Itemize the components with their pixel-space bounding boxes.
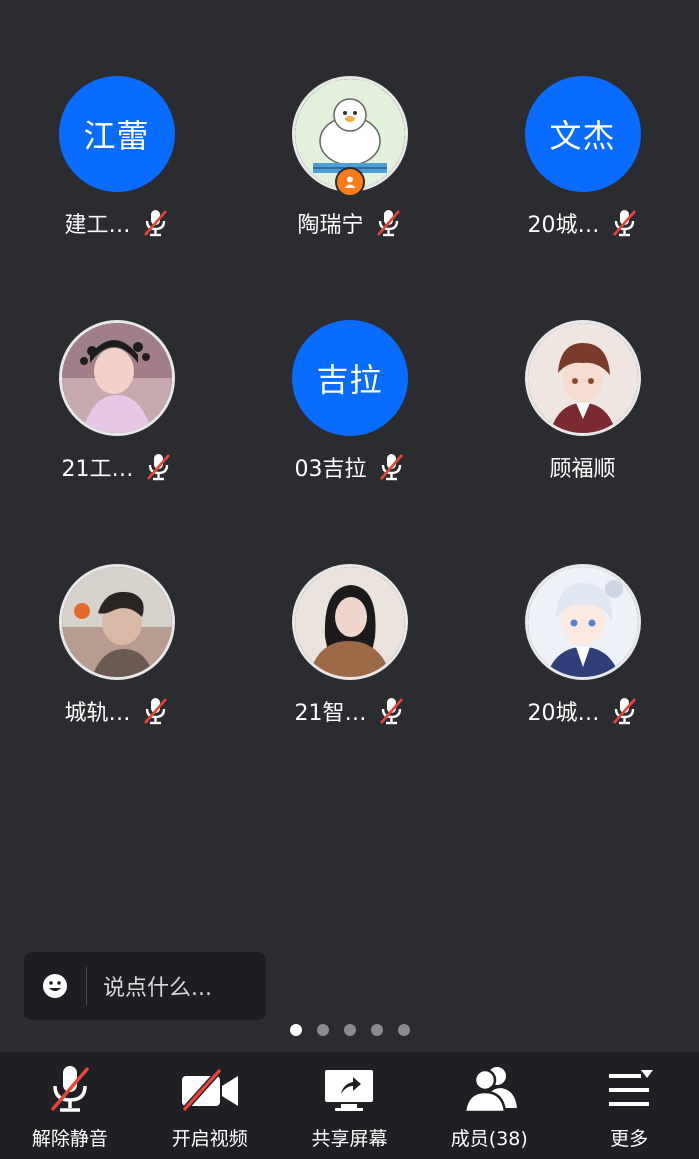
- anime-white-hair-avatar-icon: [527, 567, 638, 677]
- members-label: 成员(38): [450, 1128, 528, 1150]
- more-button[interactable]: 更多: [559, 1052, 699, 1159]
- avatar: 文杰: [524, 76, 641, 192]
- avatar: 江蕾: [58, 76, 175, 192]
- more-menu-icon: [609, 1070, 654, 1106]
- mic-muted-icon: [377, 452, 405, 482]
- mic-muted-icon: [610, 696, 638, 726]
- participant-name-row: 20城…: [528, 694, 638, 728]
- chat-placeholder: 说点什么...: [103, 976, 212, 1001]
- participant-tile[interactable]: 陶瑞宁: [233, 76, 466, 320]
- chat-input[interactable]: 说点什么...: [24, 952, 266, 1020]
- share-screen-button[interactable]: 共享屏幕: [280, 1052, 420, 1159]
- participant-tile[interactable]: 吉拉 03吉拉: [233, 320, 466, 564]
- participant-name: 顾福顺: [549, 457, 616, 482]
- page-dot[interactable]: [397, 1024, 410, 1036]
- unmute-button[interactable]: 解除静音: [0, 1052, 140, 1159]
- participant-name: 建工…: [64, 213, 131, 238]
- participant-tile[interactable]: 江蕾 建工…: [0, 76, 233, 320]
- page-dot[interactable]: [370, 1024, 383, 1036]
- page-dot[interactable]: [316, 1024, 329, 1036]
- participant-name: 20城…: [527, 701, 600, 726]
- participant-tile[interactable]: 顾福顺: [466, 320, 699, 564]
- page-indicator: [0, 1024, 699, 1036]
- avatar-initials: 江蕾: [83, 117, 150, 155]
- participant-tile[interactable]: 21工…: [0, 320, 233, 564]
- participant-name-row: 陶瑞宁: [297, 206, 401, 240]
- avatar: [291, 564, 408, 680]
- meeting-screen: 江蕾 建工… 陶瑞宁 文杰 20城… 21工… 吉拉 03吉拉 顾福顺 城轨… …: [0, 0, 699, 1159]
- mic-muted-icon: [144, 452, 172, 482]
- participant-name: 陶瑞宁: [297, 213, 364, 238]
- participant-name: 03吉拉: [294, 457, 367, 482]
- avatar: [524, 564, 641, 680]
- participant-name-row: 20城…: [528, 206, 638, 240]
- participant-name-row: 21智…: [295, 694, 405, 728]
- participant-grid: 江蕾 建工… 陶瑞宁 文杰 20城… 21工… 吉拉 03吉拉 顾福顺 城轨… …: [0, 76, 699, 808]
- video-off-icon: [181, 1067, 238, 1113]
- participant-name-row: 顾福顺: [549, 450, 615, 484]
- woman-photo-avatar-icon: [294, 567, 405, 677]
- participant-name: 21工…: [61, 457, 134, 482]
- start-video-button[interactable]: 开启视频: [140, 1052, 280, 1159]
- start-video-label: 开启视频: [171, 1128, 248, 1150]
- participant-name-row: 城轨…: [64, 694, 168, 728]
- avatar: [524, 320, 641, 436]
- share-screen-icon: [325, 1070, 374, 1111]
- participant-name-row: 建工…: [64, 206, 168, 240]
- members-icon: [463, 1067, 518, 1114]
- girl-photo-avatar-icon: [61, 323, 172, 433]
- more-label: 更多: [610, 1128, 649, 1150]
- participant-name-row: 21工…: [62, 450, 172, 484]
- bottom-toolbar: 解除静音 开启视频 共享屏幕 成员(38) 更多: [0, 1052, 699, 1159]
- mic-muted-icon: [141, 696, 169, 726]
- participant-tile[interactable]: 城轨…: [0, 564, 233, 808]
- chat-divider: [86, 967, 87, 1005]
- anime-boy-avatar-icon: [527, 323, 638, 433]
- participant-tile[interactable]: 文杰 20城…: [466, 76, 699, 320]
- mic-muted-icon: [141, 208, 169, 238]
- participant-tile[interactable]: 21智…: [233, 564, 466, 808]
- participant-name: 21智…: [294, 701, 367, 726]
- avatar-initials: 文杰: [549, 117, 616, 155]
- emoji-icon[interactable]: [42, 973, 68, 999]
- members-button[interactable]: 成员(38): [419, 1052, 559, 1159]
- avatar: [58, 320, 175, 436]
- participant-name-row: 03吉拉: [295, 450, 405, 484]
- mic-muted-icon: [610, 208, 638, 238]
- page-dot[interactable]: [289, 1024, 302, 1036]
- mic-muted-icon: [374, 208, 402, 238]
- avatar-initials: 吉拉: [316, 361, 383, 399]
- mic-muted-icon: [377, 696, 405, 726]
- unmute-label: 解除静音: [31, 1128, 108, 1150]
- participant-name: 城轨…: [64, 701, 131, 726]
- avatar: 吉拉: [291, 320, 408, 436]
- participant-tile[interactable]: 20城…: [466, 564, 699, 808]
- page-dot[interactable]: [343, 1024, 356, 1036]
- mic-muted-icon: [50, 1066, 90, 1112]
- avatar: [291, 76, 408, 197]
- participant-name: 20城…: [527, 213, 600, 238]
- share-screen-label: 共享屏幕: [311, 1128, 388, 1150]
- host-badge-icon: [334, 167, 365, 197]
- avatar: [58, 564, 175, 680]
- boy-photo-avatar-icon: [61, 567, 172, 677]
